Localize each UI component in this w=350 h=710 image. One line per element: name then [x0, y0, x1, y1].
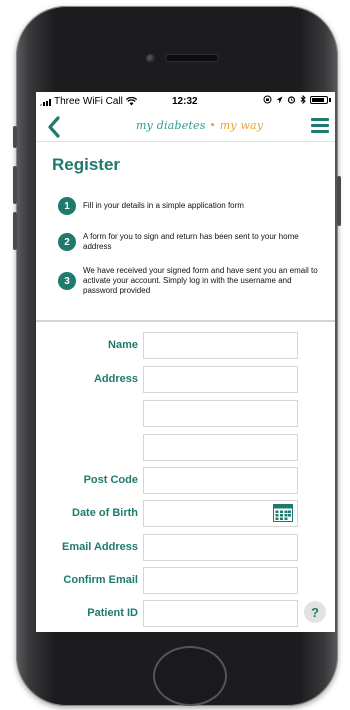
location-icon [276, 96, 283, 103]
step-text: Fill in your details in a simple applica… [83, 201, 244, 210]
carrier-name: Three WiFi Call [54, 96, 123, 107]
calendar-icon[interactable] [273, 504, 293, 522]
step-text: We have received your signed form and ha… [83, 266, 318, 295]
page-title: Register [52, 155, 121, 174]
app-screen: Three WiFi Call 12:32 my diabetes • my w… [36, 92, 335, 632]
step-number-badge: 2 [58, 233, 76, 251]
logo-separator: • [209, 119, 216, 132]
postcode-label: Post Code [83, 474, 138, 486]
signal-strength-icon [40, 98, 51, 106]
home-button[interactable] [153, 646, 227, 706]
address-line-2-input[interactable] [143, 400, 298, 427]
step-number-badge: 1 [58, 197, 76, 215]
step-2: 2 A form for you to sign and return has … [58, 232, 318, 252]
volume-up-button [13, 166, 17, 204]
address-line-3-input[interactable] [143, 434, 298, 461]
earpiece-speaker [166, 55, 218, 61]
power-button [337, 176, 341, 226]
status-left: Three WiFi Call [40, 96, 137, 107]
name-input[interactable] [143, 332, 298, 359]
chevron-left-icon[interactable] [44, 114, 64, 140]
confirm-email-label: Confirm Email [63, 574, 138, 586]
front-camera [146, 54, 155, 63]
alarm-icon [287, 96, 296, 104]
step-text: A form for you to sign and return has be… [83, 232, 299, 251]
postcode-input[interactable] [143, 467, 298, 494]
step-3: 3 We have received your signed form and … [58, 266, 318, 296]
status-time: 12:32 [172, 96, 198, 107]
status-right [263, 95, 331, 104]
address-label: Address [93, 373, 138, 385]
rotation-lock-icon [263, 95, 272, 104]
app-logo: my diabetes • my way [136, 119, 263, 132]
patient-id-label: Patient ID [87, 607, 138, 619]
nav-bar: my diabetes • my way [36, 112, 335, 142]
logo-text-my-way: my way [219, 119, 264, 132]
address-line-1-input[interactable] [143, 366, 298, 393]
hamburger-menu-icon[interactable] [311, 118, 329, 134]
dob-label: Date of Birth [72, 507, 138, 519]
patient-id-input[interactable] [143, 600, 298, 627]
section-divider [36, 320, 335, 322]
volume-down-button [13, 212, 17, 250]
step-number-badge: 3 [58, 272, 76, 290]
logo-text-my-diabetes: my diabetes [136, 119, 206, 132]
email-label: Email Address [61, 541, 138, 553]
confirm-email-input[interactable] [143, 567, 298, 594]
name-label: Name [108, 339, 138, 351]
email-input[interactable] [143, 534, 298, 561]
bluetooth-icon [300, 95, 306, 104]
battery-icon [310, 95, 328, 104]
mute-switch [13, 126, 17, 148]
wifi-icon [125, 97, 137, 106]
status-bar: Three WiFi Call 12:32 [36, 92, 335, 112]
help-icon[interactable]: ? [304, 601, 326, 623]
battery-tip [329, 97, 331, 102]
step-1: 1 Fill in your details in a simple appli… [58, 197, 318, 215]
